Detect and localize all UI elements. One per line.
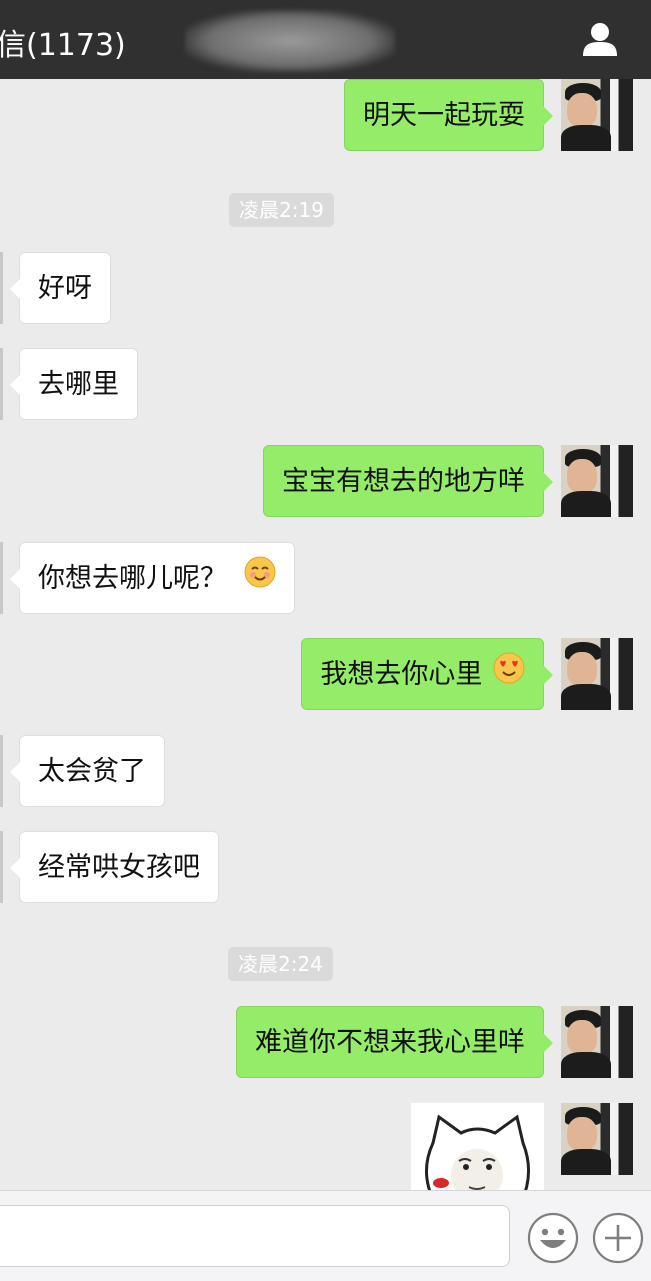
message-bubble-incoming[interactable]: 太会贫了 bbox=[10, 735, 165, 807]
message-text: 我想去你心里 bbox=[320, 659, 483, 690]
person-icon[interactable] bbox=[578, 18, 622, 62]
message-text: 好呀 bbox=[38, 273, 92, 304]
avatar-self[interactable] bbox=[561, 638, 633, 710]
message-bubble-outgoing[interactable]: 难道你不想来我心里咩 bbox=[236, 1006, 553, 1078]
avatar-contact[interactable] bbox=[0, 735, 3, 807]
avatar-contact[interactable] bbox=[0, 831, 3, 903]
avatar-self[interactable] bbox=[561, 79, 633, 151]
message-input[interactable] bbox=[0, 1205, 510, 1267]
chat-title: 信(1173) bbox=[0, 28, 126, 63]
message-text: 去哪里 bbox=[38, 369, 119, 400]
avatar-self[interactable] bbox=[561, 445, 633, 517]
avatar-contact[interactable] bbox=[0, 252, 3, 324]
timestamp-label: 凌晨2:19 bbox=[229, 193, 334, 227]
heart-eyes-emoji bbox=[493, 640, 525, 712]
input-bar bbox=[0, 1190, 651, 1281]
avatar-self[interactable] bbox=[561, 1103, 633, 1175]
message-bubble-incoming[interactable]: 去哪里 bbox=[10, 348, 138, 420]
timestamp-label: 凌晨2:24 bbox=[228, 947, 333, 981]
avatar-contact[interactable] bbox=[0, 348, 3, 420]
redacted-name-blur bbox=[185, 10, 395, 72]
message-text: 你想去哪儿呢？ bbox=[38, 563, 227, 594]
message-text: 太会贫了 bbox=[38, 756, 146, 787]
message-text: 明天一起玩耍 bbox=[363, 100, 525, 131]
message-text: 宝宝有想去的地方咩 bbox=[282, 466, 525, 497]
message-bubble-outgoing[interactable]: 宝宝有想去的地方咩 bbox=[263, 445, 553, 517]
message-bubble-incoming[interactable]: 经常哄女孩吧 bbox=[10, 831, 219, 903]
avatar-contact[interactable] bbox=[0, 542, 3, 614]
smiley-face-icon[interactable] bbox=[527, 1212, 579, 1264]
message-text: 难道你不想来我心里咩 bbox=[255, 1027, 525, 1058]
message-bubble-outgoing[interactable]: 我想去你心里 bbox=[301, 638, 553, 712]
message-text: 经常哄女孩吧 bbox=[38, 852, 200, 883]
avatar-self[interactable] bbox=[561, 1006, 633, 1078]
message-bubble-incoming[interactable]: 好呀 bbox=[10, 252, 111, 324]
plus-circle-icon[interactable] bbox=[592, 1212, 644, 1264]
message-bubble-incoming[interactable]: 你想去哪儿呢？ bbox=[10, 542, 295, 616]
blush-smile-emoji bbox=[244, 544, 276, 616]
chat-header: 信(1173) bbox=[0, 0, 651, 79]
message-bubble-outgoing[interactable]: 明天一起玩耍 bbox=[344, 79, 553, 151]
